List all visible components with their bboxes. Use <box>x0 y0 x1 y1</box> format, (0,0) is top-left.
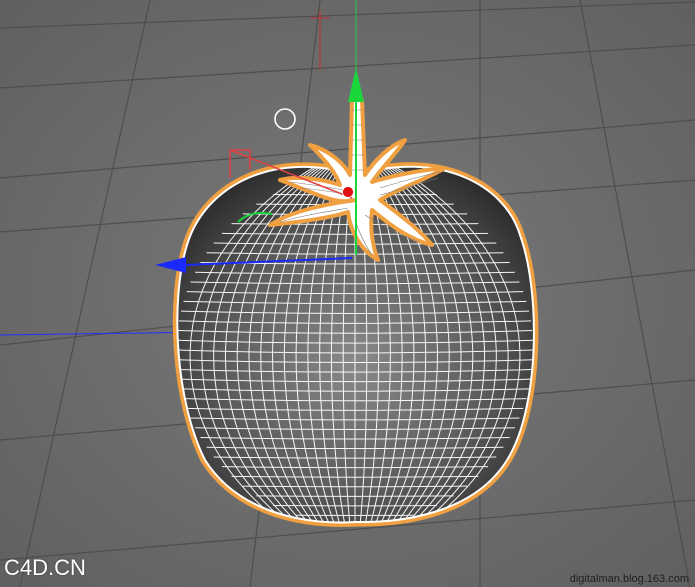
pivot-red-point-icon[interactable] <box>342 186 354 198</box>
watermark-right: digitalman.blog.163.com <box>569 573 689 585</box>
watermark-left: C4D.CN <box>4 555 86 580</box>
scene-canvas[interactable] <box>0 0 695 587</box>
3d-viewport[interactable]: C4D.CN digitalman.blog.163.com <box>0 0 695 587</box>
